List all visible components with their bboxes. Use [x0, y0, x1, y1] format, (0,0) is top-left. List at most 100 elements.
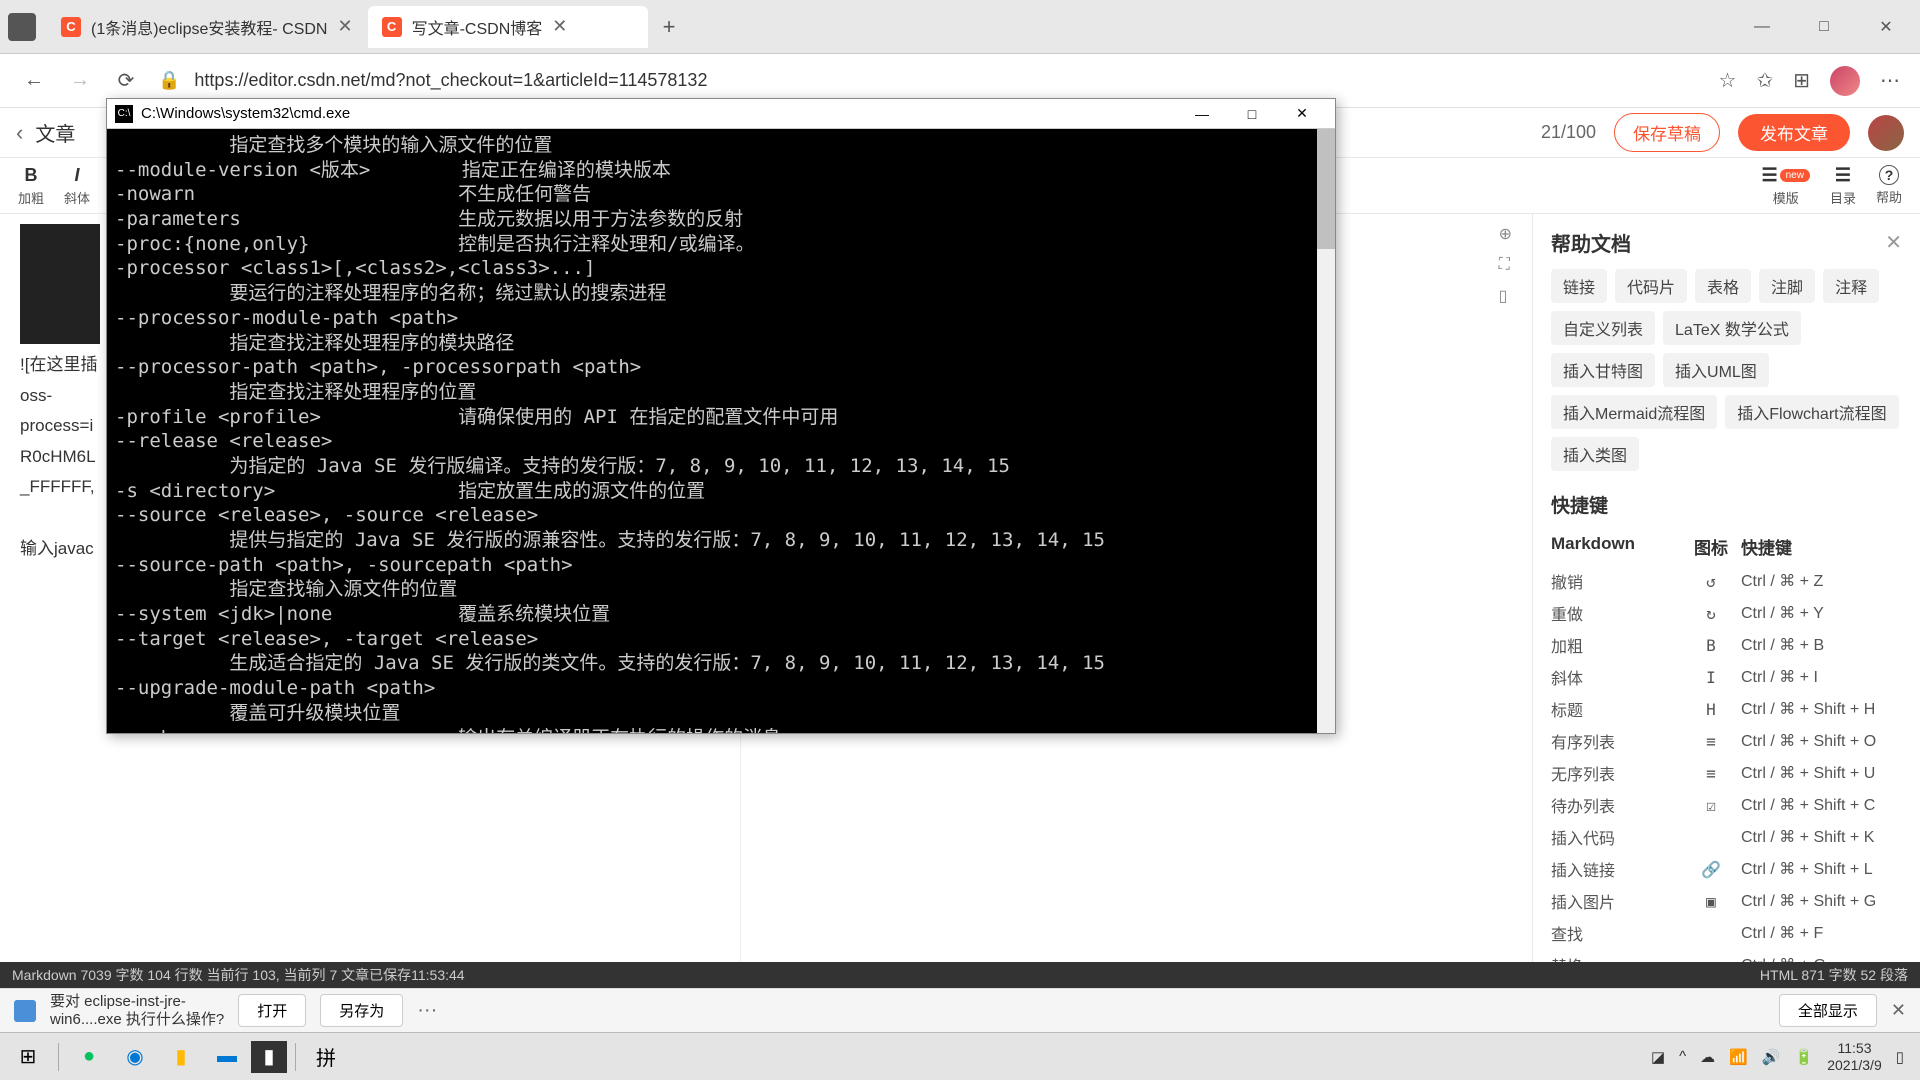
status-right: HTML 871 字数 52 段落	[1760, 965, 1908, 985]
layout-icon[interactable]: ▯	[1499, 286, 1512, 306]
app-icon[interactable]: ▬	[205, 1037, 249, 1077]
close-button[interactable]: ✕	[1870, 11, 1902, 43]
chevron-up-icon[interactable]: ^	[1679, 1048, 1686, 1065]
help-tag[interactable]: LaTeX 数学公式	[1663, 311, 1801, 345]
status-left: Markdown 7039 字数 104 行数 当前行 103, 当前列 7 文…	[12, 965, 465, 985]
publish-button[interactable]: 发布文章	[1738, 114, 1850, 151]
italic-tool[interactable]: I 斜体	[54, 165, 100, 207]
close-icon[interactable]: ✕	[1891, 1000, 1906, 1021]
volume-icon[interactable]: 🔊	[1762, 1048, 1781, 1066]
showall-button[interactable]: 全部显示	[1779, 994, 1877, 1027]
url-box[interactable]: 🔒 https://editor.csdn.net/md?not_checkou…	[158, 70, 1701, 91]
help-tag[interactable]: 表格	[1695, 269, 1751, 303]
help-tag[interactable]: 插入Flowchart流程图	[1725, 395, 1898, 429]
saveas-button[interactable]: 另存为	[320, 994, 403, 1027]
shortcut-name: 插入链接	[1551, 857, 1681, 881]
shortcut-name: 斜体	[1551, 665, 1681, 689]
wechat-icon[interactable]: ●	[67, 1037, 111, 1077]
bold-tool[interactable]: B 加粗	[8, 165, 54, 207]
notifications-icon[interactable]: ▯	[1896, 1048, 1904, 1066]
help-tag[interactable]: 插入Mermaid流程图	[1551, 395, 1717, 429]
shortcut-key: Ctrl / ⌘ + G	[1741, 955, 1902, 962]
tab-1[interactable]: C (1条消息)eclipse安装教程- CSDN ✕	[47, 6, 367, 48]
toc-tool[interactable]: ☰ 目录	[1820, 165, 1866, 207]
status-bar: Markdown 7039 字数 104 行数 当前行 103, 当前列 7 文…	[0, 962, 1920, 988]
battery-icon[interactable]: 🔋	[1795, 1048, 1814, 1066]
shortcut-icon: ☑	[1681, 796, 1741, 815]
browser-icon[interactable]	[8, 13, 36, 41]
help-tag[interactable]: 插入甘特图	[1551, 353, 1655, 387]
template-tool[interactable]: ☰new 模版	[1751, 165, 1820, 207]
cmd-icon[interactable]: ▮	[251, 1041, 287, 1073]
profile-avatar[interactable]	[1830, 66, 1860, 96]
shortcut-key: Ctrl / ⌘ + Shift + O	[1741, 731, 1902, 751]
wifi-icon[interactable]: 📶	[1729, 1048, 1748, 1066]
maximize-button[interactable]: □	[1808, 11, 1840, 43]
shortcut-row: 斜体ICtrl / ⌘ + I	[1551, 661, 1902, 693]
close-icon[interactable]: ✕	[1885, 230, 1902, 255]
csdn-icon: C	[382, 17, 402, 37]
refresh-button[interactable]: ⟳	[112, 67, 140, 95]
cmd-titlebar[interactable]: C:\ C:\Windows\system32\cmd.exe — □ ✕	[107, 99, 1335, 129]
star-icon[interactable]: ☆	[1719, 68, 1737, 93]
shortcut-name: 待办列表	[1551, 793, 1681, 817]
back-button[interactable]: ←	[20, 67, 48, 95]
minimize-button[interactable]: —	[1177, 100, 1227, 128]
shortcut-key: Ctrl / ⌘ + Shift + K	[1741, 827, 1902, 847]
shortcut-key: Ctrl / ⌘ + Shift + L	[1741, 859, 1902, 879]
toc-icon: ☰	[1835, 165, 1851, 186]
italic-label: 斜体	[64, 188, 90, 207]
open-button[interactable]: 打开	[238, 994, 306, 1027]
close-button[interactable]: ✕	[1277, 100, 1327, 128]
more-button[interactable]: ···	[417, 999, 437, 1022]
favorites-icon[interactable]: ✩	[1756, 68, 1773, 93]
help-tag[interactable]: 链接	[1551, 269, 1607, 303]
help-tag[interactable]: 插入类图	[1551, 437, 1639, 471]
expand-icon[interactable]: ⛶	[1499, 256, 1512, 274]
taskbar: ⊞ ● ◉ ▮ ▬ ▮ 拼 ◪ ^ ☁ 📶 🔊 🔋 11:53 2021/3/9…	[0, 1032, 1920, 1080]
menu-icon[interactable]: ⋯	[1880, 68, 1900, 93]
tab-title: 写文章-CSDN博客	[412, 15, 543, 39]
shortcut-name: 查找	[1551, 921, 1681, 945]
explorer-icon[interactable]: ▮	[159, 1037, 203, 1077]
back-arrow[interactable]: ‹	[16, 120, 23, 146]
edge-icon[interactable]: ◉	[113, 1037, 157, 1077]
help-tool[interactable]: ? 帮助	[1866, 165, 1912, 207]
italic-icon: I	[75, 165, 80, 186]
help-tag[interactable]: 注释	[1823, 269, 1879, 303]
minimize-button[interactable]: —	[1746, 11, 1778, 43]
user-avatar[interactable]	[1868, 115, 1904, 151]
shortcut-key: Ctrl / ⌘ + Shift + H	[1741, 699, 1902, 719]
help-tag[interactable]: 插入UML图	[1663, 353, 1769, 387]
help-tag[interactable]: 注脚	[1759, 269, 1815, 303]
cmd-output[interactable]: 指定查找多个模块的输入源文件的位置 --module-version <版本> …	[107, 129, 1335, 733]
preview-controls: ⊕ ⛶ ▯	[1499, 224, 1512, 306]
cmd-scrollbar[interactable]	[1317, 129, 1335, 733]
tray-icon[interactable]: ◪	[1651, 1048, 1665, 1066]
shortcut-name: 替换	[1551, 953, 1681, 962]
shortcut-key: Ctrl / ⌘ + Shift + U	[1741, 763, 1902, 783]
tab-2[interactable]: C 写文章-CSDN博客 ✕	[368, 6, 648, 48]
help-title: 帮助文档	[1551, 228, 1631, 257]
ime-icon[interactable]: 拼	[304, 1037, 348, 1077]
header-markdown: Markdown	[1551, 534, 1681, 559]
collections-icon[interactable]: ⊞	[1793, 68, 1810, 93]
cloud-icon[interactable]: ☁	[1700, 1048, 1715, 1066]
shortcut-name: 无序列表	[1551, 761, 1681, 785]
help-tag[interactable]: 自定义列表	[1551, 311, 1655, 345]
shortcut-name: 插入图片	[1551, 889, 1681, 913]
shortcut-name: 加粗	[1551, 633, 1681, 657]
maximize-button[interactable]: □	[1227, 100, 1277, 128]
close-icon[interactable]: ✕	[337, 16, 352, 37]
help-tag[interactable]: 代码片	[1615, 269, 1687, 303]
clock[interactable]: 11:53 2021/3/9	[1827, 1040, 1882, 1074]
header-shortcut: 快捷键	[1741, 534, 1902, 559]
new-tab-button[interactable]: +	[649, 14, 690, 40]
target-icon[interactable]: ⊕	[1499, 224, 1512, 244]
save-draft-button[interactable]: 保存草稿	[1614, 113, 1720, 152]
scrollbar-thumb[interactable]	[1317, 129, 1335, 249]
start-button[interactable]: ⊞	[6, 1037, 50, 1077]
close-icon[interactable]: ✕	[552, 16, 567, 37]
url-text: https://editor.csdn.net/md?not_checkout=…	[194, 70, 707, 91]
shortcut-icon: I	[1681, 668, 1741, 687]
